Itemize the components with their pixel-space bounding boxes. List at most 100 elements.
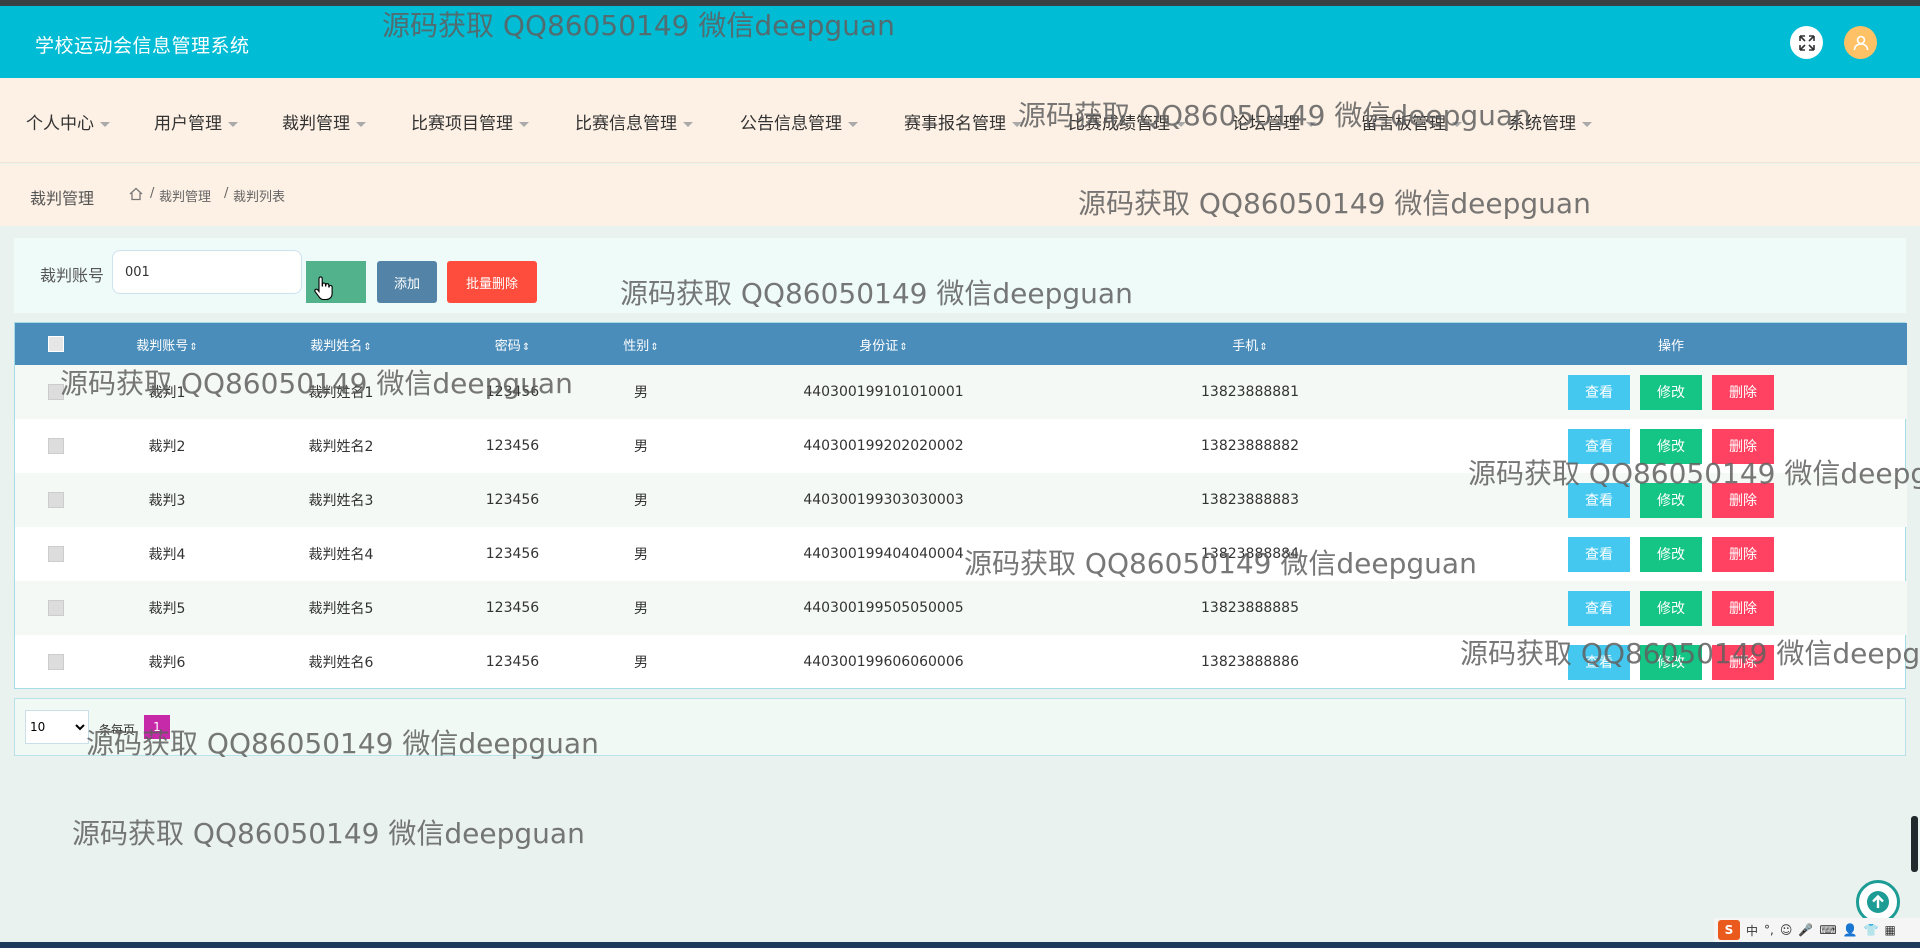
cell-gender: 男 xyxy=(580,473,702,527)
row-checkbox[interactable] xyxy=(48,438,64,454)
cell-id-card: 440300199606060006 xyxy=(803,654,964,670)
sort-icon[interactable]: ⇕ xyxy=(650,342,658,353)
view-button[interactable]: 查看 xyxy=(1568,590,1630,626)
cell-name: 裁判姓名3 xyxy=(237,473,445,527)
nav-item-registration-management[interactable]: 赛事报名管理 xyxy=(904,109,1022,134)
main-nav: 个人中心 用户管理 裁判管理 比赛项目管理 比赛信息管理 公告信息管理 赛事报名… xyxy=(0,78,1920,163)
edit-button[interactable]: 修改 xyxy=(1640,482,1702,518)
keyboard-icon[interactable]: ⌨ xyxy=(1819,923,1836,937)
nav-item-system-management[interactable]: 系统管理 xyxy=(1508,109,1592,134)
edit-button[interactable]: 修改 xyxy=(1640,590,1702,626)
column-header-gender[interactable]: 性别⇕ xyxy=(580,323,702,365)
nav-item-referee-management[interactable]: 裁判管理 xyxy=(282,109,366,134)
nav-item-forum-management[interactable]: 论坛管理 xyxy=(1232,109,1316,134)
skin-icon[interactable]: 👕 xyxy=(1864,923,1879,937)
cell-name: 裁判姓名2 xyxy=(308,439,374,455)
grid-icon[interactable]: ▦ xyxy=(1885,923,1896,937)
home-icon[interactable] xyxy=(128,186,144,202)
select-all-checkbox[interactable] xyxy=(48,336,64,352)
user-icon[interactable]: 👤 xyxy=(1843,923,1858,937)
column-header-account[interactable]: 裁判账号⇕ xyxy=(97,323,237,365)
edit-button[interactable]: 修改 xyxy=(1640,644,1702,680)
edit-button[interactable]: 修改 xyxy=(1640,536,1702,572)
column-header-name[interactable]: 裁判姓名⇕ xyxy=(237,323,445,365)
page-title: 裁判管理 xyxy=(30,189,95,208)
cell-name: 裁判姓名6 xyxy=(308,655,374,671)
fullscreen-icon xyxy=(1798,34,1815,51)
table-row: 裁判3 裁判姓名3 123456 男 440300199303030003 13… xyxy=(15,473,1907,527)
column-header-id-card[interactable]: 身份证⇕ xyxy=(702,323,1065,365)
sogou-logo-icon[interactable]: S xyxy=(1718,920,1740,940)
cell-password: 123456 xyxy=(485,438,540,454)
emoji-icon[interactable]: ☺ xyxy=(1780,923,1793,937)
delete-button[interactable]: 删除 xyxy=(1712,644,1774,680)
sort-icon[interactable]: ⇕ xyxy=(1259,342,1267,353)
caret-down-icon xyxy=(1176,121,1186,127)
arrow-up-icon xyxy=(1867,891,1889,913)
sort-icon[interactable]: ⇕ xyxy=(899,342,907,353)
taskbar xyxy=(0,942,1920,948)
nav-item-score-management[interactable]: 比赛成绩管理 xyxy=(1068,109,1186,134)
delete-button[interactable]: 删除 xyxy=(1712,482,1774,518)
caret-down-icon xyxy=(228,121,238,127)
sort-icon[interactable]: ⇕ xyxy=(522,342,530,353)
cell-gender: 男 xyxy=(580,365,702,419)
ime-language-label[interactable]: 中 xyxy=(1746,922,1758,939)
sort-icon[interactable]: ⇕ xyxy=(363,342,371,353)
nav-item-message-board-management[interactable]: 留言板管理 xyxy=(1361,109,1462,134)
row-checkbox[interactable] xyxy=(48,384,64,400)
edit-button[interactable]: 修改 xyxy=(1640,374,1702,410)
column-header-password[interactable]: 密码⇕ xyxy=(445,323,580,365)
user-avatar-button[interactable] xyxy=(1844,26,1877,59)
referee-account-search-input[interactable] xyxy=(112,250,302,294)
app-title: 学校运动会信息管理系统 xyxy=(35,35,250,57)
delete-button[interactable]: 删除 xyxy=(1712,536,1774,572)
cell-id-card: 440300199101010001 xyxy=(702,365,1065,419)
cell-id-card: 440300199303030003 xyxy=(702,473,1065,527)
row-checkbox[interactable] xyxy=(48,492,64,508)
column-header-phone[interactable]: 手机⇕ xyxy=(1065,323,1435,365)
fullscreen-button[interactable] xyxy=(1790,26,1823,59)
page-button-1[interactable]: 1 xyxy=(144,715,170,739)
row-checkbox[interactable] xyxy=(48,654,64,670)
view-button[interactable]: 查看 xyxy=(1568,374,1630,410)
column-header-actions: 操作 xyxy=(1435,323,1907,365)
user-icon xyxy=(1853,35,1868,50)
view-button[interactable]: 查看 xyxy=(1568,428,1630,464)
cell-id-card: 440300199404040004 xyxy=(803,546,964,562)
scrollbar-thumb[interactable] xyxy=(1911,816,1918,872)
cell-gender: 男 xyxy=(634,439,648,455)
row-checkbox[interactable] xyxy=(48,546,64,562)
caret-down-icon xyxy=(1012,121,1022,127)
caret-down-icon xyxy=(683,121,693,127)
nav-item-event-project-management[interactable]: 比赛项目管理 xyxy=(411,109,529,134)
nav-item-personal-center[interactable]: 个人中心 xyxy=(26,109,110,134)
page-size-select[interactable]: 10 xyxy=(25,710,89,744)
breadcrumb-link-referee-management[interactable]: 裁判管理 xyxy=(159,186,211,205)
edit-button[interactable]: 修改 xyxy=(1640,428,1702,464)
row-checkbox[interactable] xyxy=(48,600,64,616)
sort-icon[interactable]: ⇕ xyxy=(189,342,197,353)
microphone-icon[interactable]: 🎤 xyxy=(1798,923,1813,937)
cell-id-card: 440300199505050005 xyxy=(702,581,1065,635)
view-button[interactable]: 查看 xyxy=(1568,536,1630,572)
table-row: 裁判5 裁判姓名5 123456 男 440300199505050005 13… xyxy=(15,581,1907,635)
view-button[interactable]: 查看 xyxy=(1568,482,1630,518)
view-button[interactable]: 查看 xyxy=(1568,644,1630,680)
nav-item-match-info-management[interactable]: 比赛信息管理 xyxy=(575,109,693,134)
punctuation-icon[interactable]: °, xyxy=(1764,923,1774,937)
cell-gender: 男 xyxy=(580,581,702,635)
cell-phone: 13823888883 xyxy=(1065,473,1435,527)
table-row: 裁判4 裁判姓名4 123456 男 440300199404040004 13… xyxy=(15,527,1907,581)
add-button[interactable]: 添加 xyxy=(377,261,437,303)
cell-name: 裁判姓名5 xyxy=(237,581,445,635)
caret-down-icon xyxy=(1452,121,1462,127)
batch-delete-button[interactable]: 批量删除 xyxy=(447,261,537,303)
delete-button[interactable]: 删除 xyxy=(1712,590,1774,626)
nav-item-announcement-management[interactable]: 公告信息管理 xyxy=(740,109,858,134)
cell-id-card: 440300199202020002 xyxy=(803,438,964,454)
delete-button[interactable]: 删除 xyxy=(1712,428,1774,464)
cell-account: 裁判1 xyxy=(97,365,237,419)
delete-button[interactable]: 删除 xyxy=(1712,374,1774,410)
nav-item-user-management[interactable]: 用户管理 xyxy=(154,109,238,134)
